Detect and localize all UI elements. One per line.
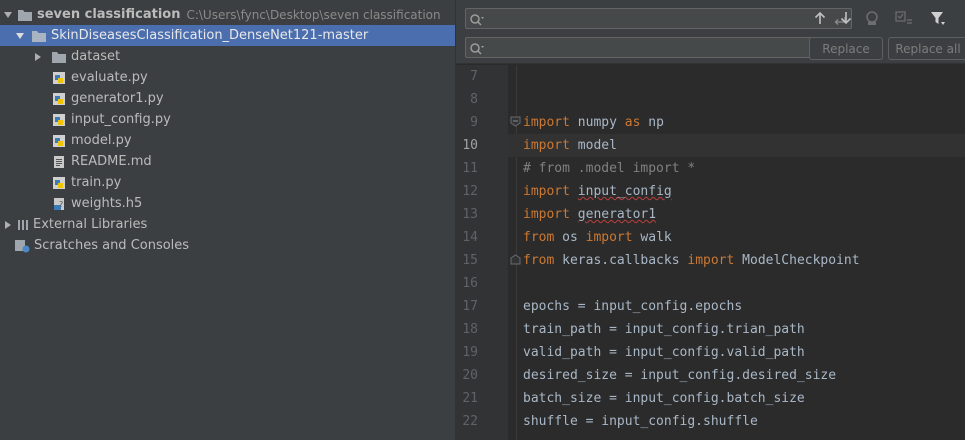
tree-root-seven-classification[interactable]: seven classification C:\Users\fync\Deskt… [0, 4, 455, 25]
filter-icon [931, 12, 945, 25]
python-file-icon [51, 176, 67, 190]
fold-end-marker-icon[interactable] [510, 254, 521, 265]
line-number: 11 [462, 161, 478, 176]
find-all-button[interactable] [862, 8, 882, 28]
search-field[interactable] [465, 8, 852, 29]
tree-file-generator1[interactable]: generator1.py [0, 88, 455, 109]
code-line[interactable]: batch_size = input_config.batch_size [523, 387, 805, 410]
line-number: 9 [470, 115, 478, 130]
tree-file-weights[interactable]: ? weights.h5 [0, 193, 455, 214]
line-number: 14 [462, 230, 478, 245]
select-all-occurrences-button[interactable] [894, 8, 914, 28]
next-occurrence-button[interactable] [836, 8, 856, 28]
replace-button[interactable]: Replace [809, 37, 883, 60]
line-number: 7 [470, 69, 478, 84]
tree-module-densenet[interactable]: SkinDiseasesClassification_DenseNet121-m… [0, 25, 455, 46]
chevron-right-icon[interactable] [33, 52, 43, 62]
unknown-file-icon: ? [51, 197, 67, 211]
python-file-icon [51, 113, 67, 127]
folder-icon [51, 50, 67, 64]
file-name: README.md [71, 154, 152, 169]
scratches-label: Scratches and Consoles [34, 238, 190, 253]
scratches-icon [14, 239, 30, 253]
search-icon[interactable] [469, 41, 485, 60]
external-libraries-label: External Libraries [33, 217, 148, 232]
chevron-down-icon[interactable] [15, 31, 25, 41]
project-tree: seven classification C:\Users\fync\Deskt… [0, 0, 455, 440]
code-line[interactable]: import generator1 [523, 203, 656, 226]
code-line[interactable]: train_path = input_config.trian_path [523, 318, 805, 341]
folder-name: dataset [71, 49, 121, 64]
code-line[interactable]: # from .model import * [523, 157, 695, 180]
file-name: input_config.py [71, 112, 171, 127]
svg-text:?: ? [59, 200, 63, 209]
line-number: 20 [462, 368, 478, 383]
text-file-icon [51, 155, 67, 169]
find-all-icon [866, 11, 878, 25]
code-line[interactable]: valid_path = input_config.valid_path [523, 341, 805, 364]
replace-all-button[interactable]: Replace all [888, 37, 965, 60]
tree-file-model[interactable]: model.py [0, 130, 455, 151]
tree-file-evaluate[interactable]: evaluate.py [0, 67, 455, 88]
line-number: 21 [462, 391, 478, 406]
code-line[interactable]: import input_config [523, 180, 672, 203]
python-file-icon [51, 71, 67, 85]
select-all-icon [895, 11, 912, 24]
replace-input[interactable] [488, 38, 818, 57]
search-input[interactable] [488, 9, 818, 28]
line-number: 13 [462, 207, 478, 222]
previous-occurrence-button[interactable] [810, 8, 830, 28]
arrow-up-icon [814, 11, 826, 24]
fold-marker-icon[interactable] [510, 116, 521, 127]
filter-search-results-button[interactable] [928, 8, 948, 28]
tree-scratches-consoles[interactable]: Scratches and Consoles [0, 235, 455, 256]
code-line[interactable]: epochs = input_config.epochs [523, 295, 742, 318]
chevron-right-icon[interactable] [3, 220, 13, 230]
code-line[interactable]: import numpy as np [523, 111, 664, 134]
project-name: seven classification [37, 7, 181, 22]
tree-external-libraries[interactable]: External Libraries [0, 214, 455, 235]
line-number: 16 [462, 276, 478, 291]
line-number: 18 [462, 322, 478, 337]
line-number: 22 [462, 414, 478, 429]
file-name: train.py [71, 175, 122, 190]
line-number-current: 10 [462, 138, 478, 153]
arrow-down-icon [840, 12, 852, 25]
line-number: 12 [462, 184, 478, 199]
module-name: SkinDiseasesClassification_DenseNet121-m… [51, 28, 369, 43]
code-line[interactable]: shuffle = input_config.shuffle [523, 410, 758, 433]
find-replace-bar: Replace Replace all [456, 0, 965, 64]
line-number: 8 [470, 92, 478, 107]
code-line[interactable]: import model [523, 134, 617, 157]
line-number: 19 [462, 345, 478, 360]
file-name: weights.h5 [71, 196, 143, 211]
tree-file-train[interactable]: train.py [0, 172, 455, 193]
line-number: 17 [462, 299, 478, 314]
file-name: evaluate.py [71, 70, 148, 85]
tree-folder-dataset[interactable]: dataset [0, 46, 455, 67]
file-name: model.py [71, 133, 132, 148]
tree-file-input-config[interactable]: input_config.py [0, 109, 455, 130]
file-name: generator1.py [71, 91, 164, 106]
code-line[interactable]: desired_size = input_config.desired_size [523, 364, 836, 387]
library-icon [17, 218, 29, 232]
replace-field[interactable] [465, 37, 852, 58]
python-file-icon [51, 92, 67, 106]
code-line[interactable]: from os import walk [523, 226, 672, 249]
chevron-down-icon[interactable] [3, 10, 13, 20]
tree-file-readme[interactable]: README.md [0, 151, 455, 172]
search-icon[interactable] [469, 12, 485, 31]
line-number: 15 [462, 253, 478, 268]
python-file-icon [51, 134, 67, 148]
module-folder-icon [31, 29, 47, 43]
code-line[interactable]: from keras.callbacks import ModelCheckpo… [523, 249, 860, 272]
folder-icon [17, 8, 33, 22]
project-path: C:\Users\fync\Desktop\seven classificati… [186, 7, 441, 22]
